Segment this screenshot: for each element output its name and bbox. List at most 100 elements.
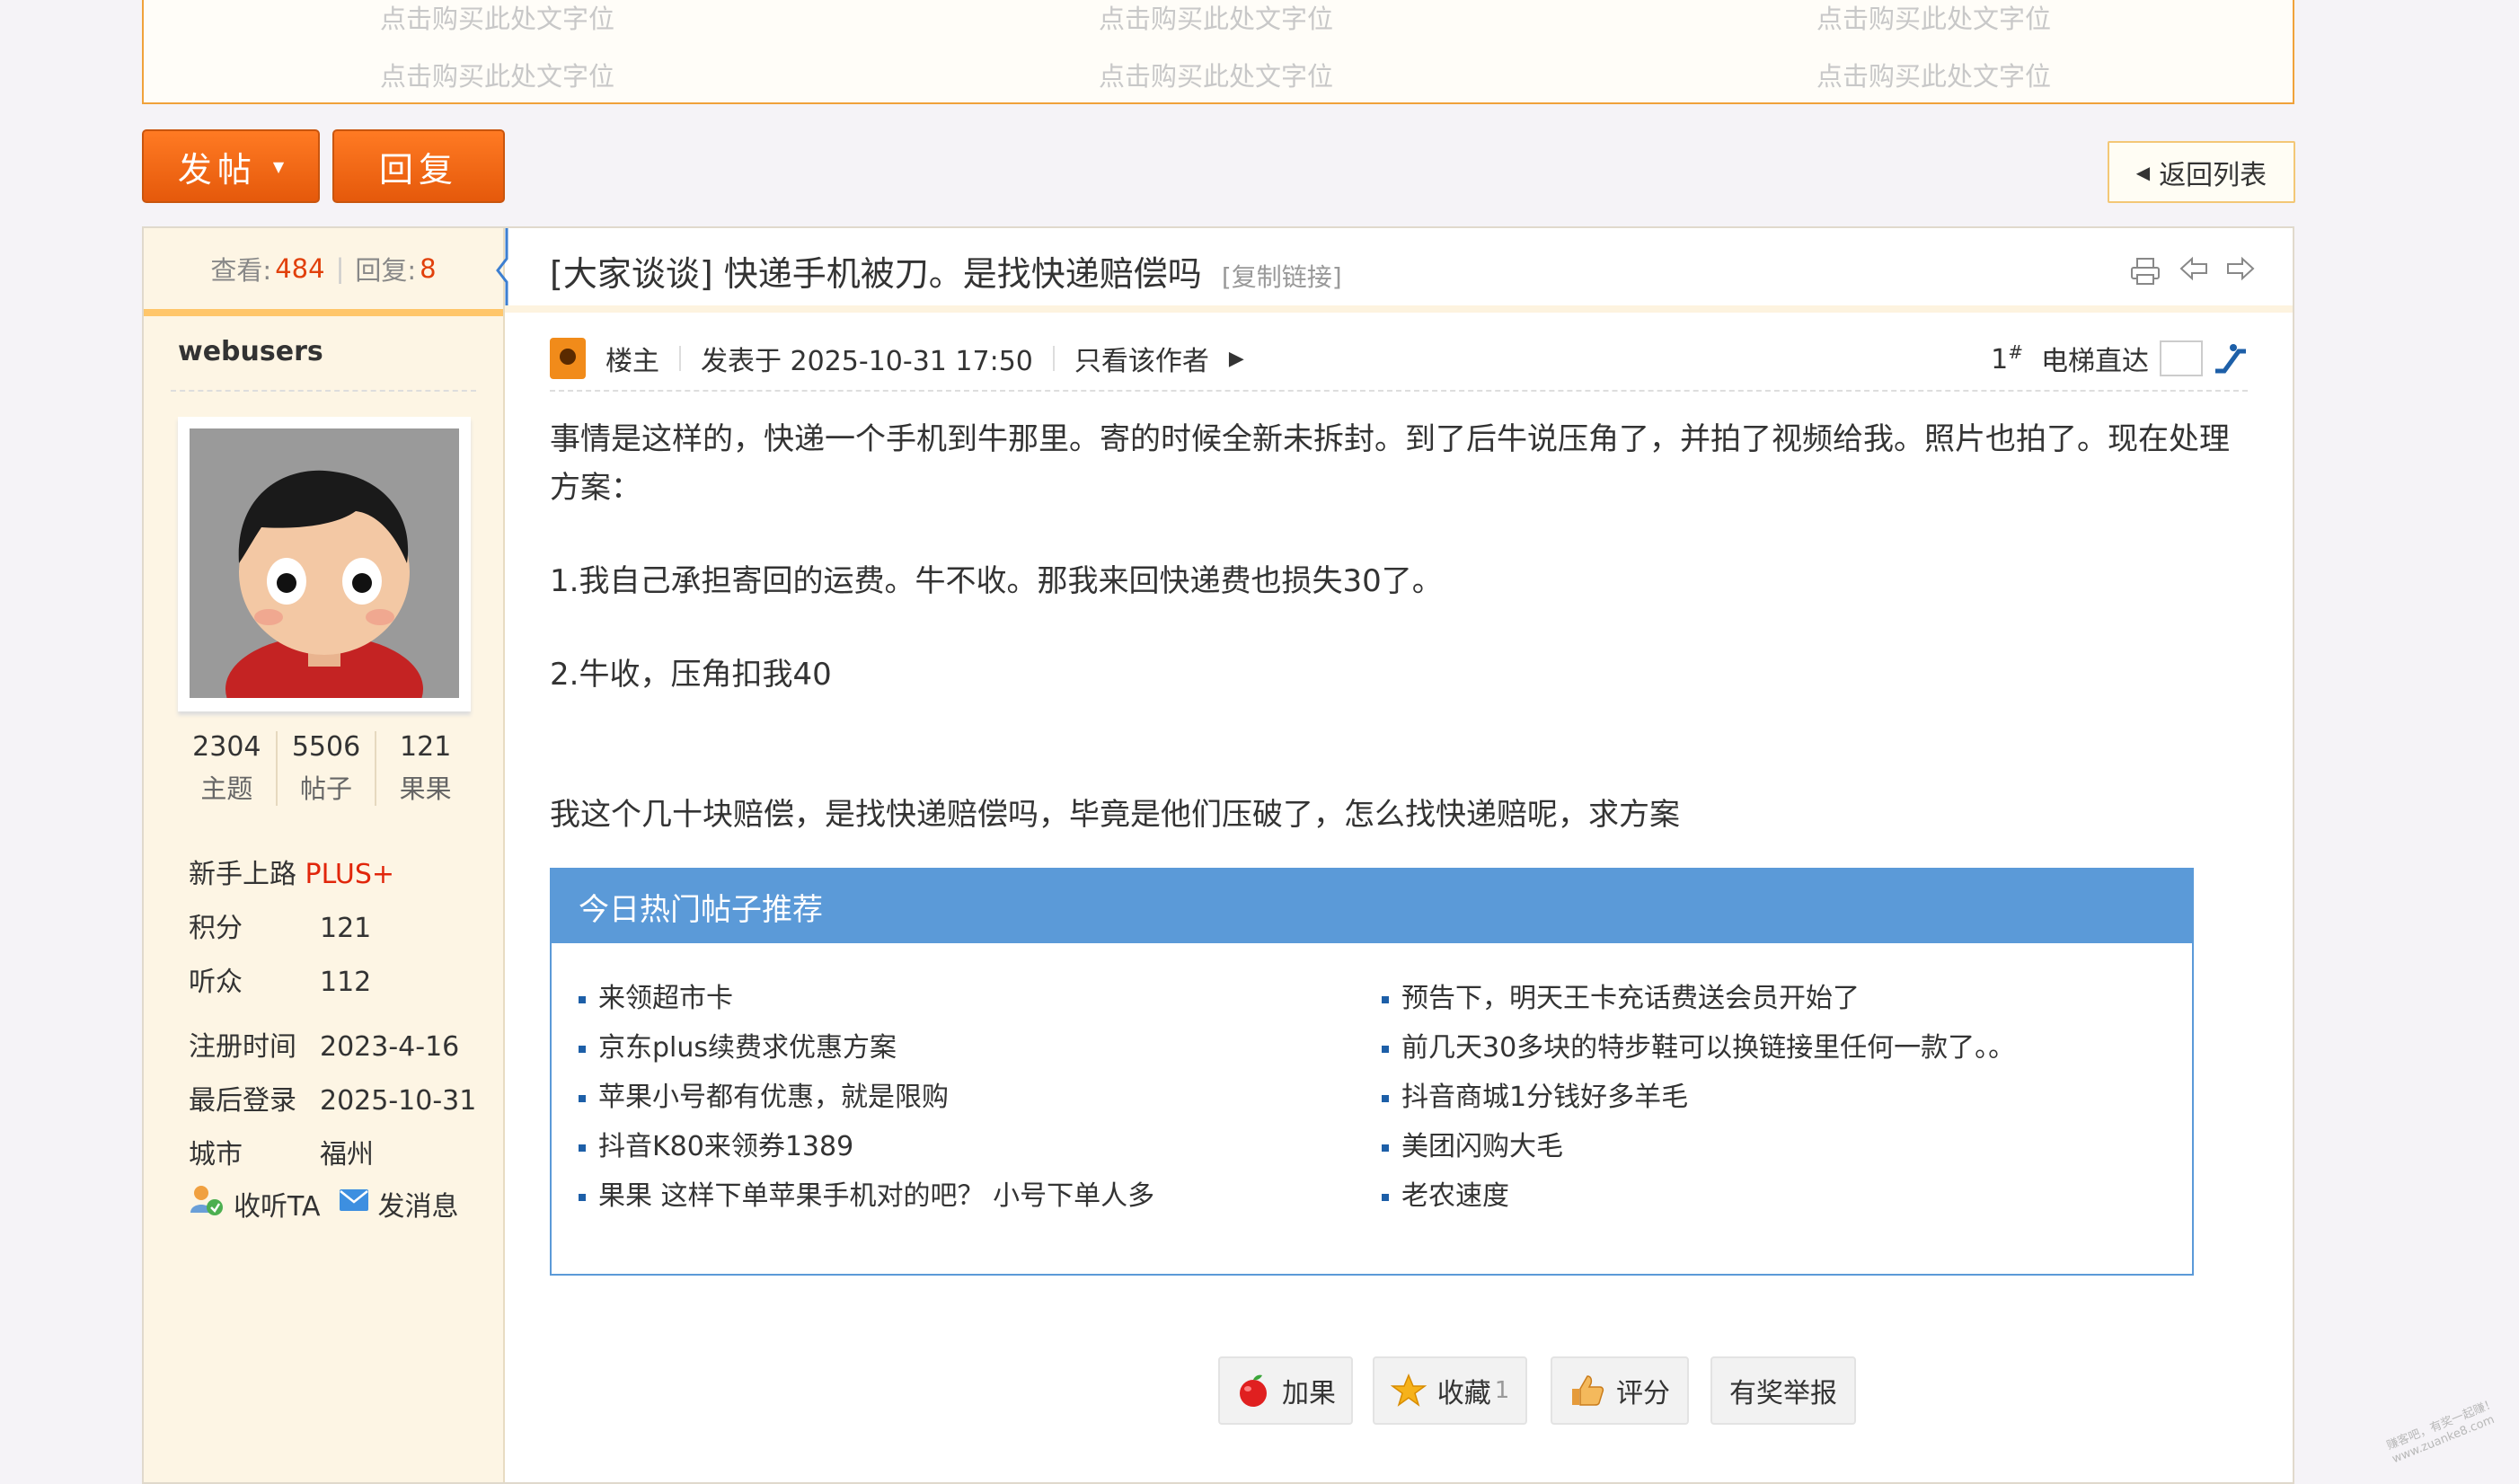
follow-icon bbox=[189, 1182, 225, 1225]
back-to-list-button[interactable]: ◀ 返回列表 bbox=[2108, 141, 2295, 203]
ad-text-link[interactable]: 点击购买此处文字位 bbox=[380, 56, 614, 93]
replies-label: 回复: bbox=[355, 255, 417, 286]
previous-thread-icon[interactable] bbox=[2179, 255, 2208, 282]
thread-starter-label: 楼主 bbox=[605, 346, 659, 377]
info-row-listeners: 听众 112 bbox=[189, 959, 371, 999]
post-paragraph: 我这个几十块赔偿，是找快递赔偿吗，毕竟是他们压破了，怎么找快递赔呢，求方案 bbox=[550, 797, 1680, 833]
add-guo-button[interactable]: 加果 bbox=[1218, 1356, 1353, 1425]
stat-value: 121 bbox=[400, 731, 452, 763]
stat-posts[interactable]: 5506 帖子 bbox=[278, 731, 377, 806]
avatar[interactable] bbox=[178, 417, 471, 711]
info-row-register-date: 注册时间 2023-4-16 bbox=[189, 1024, 459, 1064]
mail-icon bbox=[339, 1188, 369, 1220]
next-thread-icon[interactable] bbox=[2226, 255, 2255, 282]
post-timestamp: 发表于 2025-10-31 17:50 bbox=[701, 346, 1033, 377]
hot-threads-title: 今日热门帖子推荐 bbox=[552, 870, 2192, 943]
post-paragraph: 2.牛收，压角扣我40 bbox=[550, 657, 832, 693]
thread-stats: 查看: 484 | 回复: 8 bbox=[144, 228, 503, 316]
post-container: 查看: 484 | 回复: 8 webusers 2304 主题 5506 帖子… bbox=[142, 226, 2294, 1484]
hot-thread-link[interactable]: 美团闪购大毛 bbox=[1382, 1124, 1563, 1163]
author-username[interactable]: webusers bbox=[178, 336, 323, 367]
hot-thread-link[interactable]: 果果 这样下单苹果手机对的吧？ 小号下单人多 bbox=[579, 1173, 1154, 1213]
copy-link-button[interactable]: [复制链接] bbox=[1222, 262, 1342, 292]
thread-starter-icon bbox=[550, 338, 586, 379]
hot-thread-link[interactable]: 抖音K80来领券1389 bbox=[579, 1124, 853, 1163]
info-value: 121 bbox=[320, 913, 372, 944]
escalator-icon[interactable] bbox=[2212, 340, 2248, 376]
ad-text-link[interactable]: 点击购买此处文字位 bbox=[380, 0, 614, 36]
site-watermark: 赚客吧，有奖一起赚！ www.zuanke8.com bbox=[2385, 1397, 2505, 1467]
report-button[interactable]: 有奖举报 bbox=[1710, 1356, 1856, 1425]
ad-text-link[interactable]: 点击购买此处文字位 bbox=[1099, 0, 1333, 36]
info-key: 城市 bbox=[189, 1139, 243, 1170]
stat-value: 2304 bbox=[192, 731, 261, 763]
floor-number[interactable]: 1# bbox=[1991, 341, 2023, 375]
hot-thread-link[interactable]: 预告下，明天王卡充话费送会员开始了 bbox=[1382, 976, 1860, 1015]
floor-jump-input[interactable] bbox=[2160, 340, 2203, 376]
favorite-button[interactable]: 收藏 1 bbox=[1373, 1356, 1527, 1425]
thumbs-up-icon bbox=[1572, 1375, 1604, 1406]
new-post-label: 发帖 bbox=[177, 149, 257, 190]
reply-label: 回复 bbox=[378, 149, 458, 190]
caret-down-icon: ▼ bbox=[272, 157, 285, 175]
hot-thread-link[interactable]: 京东plus续费求优惠方案 bbox=[579, 1025, 897, 1064]
ad-text-link[interactable]: 点击购买此处文字位 bbox=[1816, 0, 2051, 36]
hot-thread-link[interactable]: 前几天30多块的特步鞋可以换链接里任何一款了。。 bbox=[1382, 1025, 2015, 1064]
ad-text-link[interactable]: 点击购买此处文字位 bbox=[1816, 56, 2051, 93]
stat-label: 果果 bbox=[399, 773, 452, 804]
user-rank: 新手上路 PLUS+ bbox=[189, 852, 394, 891]
post-content-area: [大家谈谈] 快递手机被刀。是找快递赔偿吗 [复制链接] 楼主 发表于 2025… bbox=[496, 228, 2293, 1482]
stat-threads[interactable]: 2304 主题 bbox=[178, 731, 278, 806]
add-guo-label: 加果 bbox=[1282, 1378, 1336, 1409]
back-to-list-label: 返回列表 bbox=[2159, 159, 2267, 191]
rate-label: 评分 bbox=[1616, 1378, 1670, 1409]
info-value: 2023-4-16 bbox=[320, 1031, 460, 1063]
divider bbox=[505, 305, 2293, 313]
hot-thread-link[interactable]: 抖音商城1分钱好多羊毛 bbox=[1382, 1074, 1688, 1114]
info-key: 注册时间 bbox=[189, 1031, 296, 1063]
info-key: 听众 bbox=[189, 967, 243, 998]
stat-label: 主题 bbox=[200, 773, 253, 804]
rate-button[interactable]: 评分 bbox=[1551, 1356, 1689, 1425]
post-paragraph: 事情是这样的，快递一个手机到牛那里。寄的时候全新未拆封。到了后牛说压角了，并拍了… bbox=[550, 421, 2230, 506]
info-key: 积分 bbox=[189, 913, 243, 944]
reply-button[interactable]: 回复 bbox=[332, 129, 505, 203]
views-count: 484 bbox=[275, 253, 325, 284]
hot-thread-link[interactable]: 来领超市卡 bbox=[579, 976, 733, 1015]
info-value: 2025-10-31 bbox=[320, 1085, 477, 1117]
divider: | bbox=[335, 253, 345, 284]
print-icon[interactable] bbox=[2129, 255, 2161, 287]
caret-right-icon: ▶ bbox=[1228, 347, 1244, 370]
section-marker bbox=[496, 228, 508, 313]
favorite-label: 收藏 bbox=[1436, 1378, 1491, 1409]
author-actions: 收听TA 发消息 bbox=[189, 1182, 459, 1225]
post-paragraph: 1.我自己承担寄回的运费。牛不收。那我来回快递费也损失30了。 bbox=[550, 563, 1443, 599]
post-title-row: [大家谈谈] 快递手机被刀。是找快递赔偿吗 [复制链接] bbox=[550, 246, 1342, 296]
send-message-link[interactable]: 发消息 bbox=[378, 1184, 459, 1223]
ad-text-box: 点击购买此处文字位 点击购买此处文字位 点击购买此处文字位 点击购买此处文字位 … bbox=[142, 0, 2294, 104]
follow-link[interactable]: 收听TA bbox=[234, 1184, 321, 1223]
views-label: 查看: bbox=[210, 255, 272, 286]
report-label: 有奖举报 bbox=[1729, 1378, 1837, 1409]
avatar-image bbox=[190, 428, 459, 698]
caret-left-icon: ◀ bbox=[2135, 161, 2151, 183]
only-author-link[interactable]: 只看该作者 bbox=[1074, 339, 1209, 378]
hot-thread-link[interactable]: 苹果小号都有优惠，就是限购 bbox=[579, 1074, 949, 1114]
favorite-count: 1 bbox=[1494, 1377, 1510, 1404]
hot-thread-link[interactable]: 老农速度 bbox=[1382, 1173, 1509, 1213]
title-actions bbox=[2129, 255, 2255, 287]
new-post-button[interactable]: 发帖 ▼ bbox=[142, 129, 320, 203]
divider bbox=[1052, 346, 1055, 371]
ad-text-link[interactable]: 点击购买此处文字位 bbox=[1099, 56, 1333, 93]
star-icon bbox=[1390, 1374, 1427, 1407]
divider bbox=[679, 346, 681, 371]
info-row-city: 城市 福州 bbox=[189, 1132, 374, 1171]
info-row-last-login: 最后登录 2025-10-31 bbox=[189, 1078, 476, 1117]
stat-label: 帖子 bbox=[300, 773, 353, 804]
post-title: [大家谈谈] 快递手机被刀。是找快递赔偿吗 bbox=[550, 254, 1202, 294]
author-sidebar: 查看: 484 | 回复: 8 webusers 2304 主题 5506 帖子… bbox=[144, 228, 505, 1482]
rank-label[interactable]: 新手上路 bbox=[189, 859, 296, 890]
replies-count: 8 bbox=[420, 253, 437, 284]
stat-guoguo[interactable]: 121 果果 bbox=[376, 731, 474, 806]
hot-threads-box: 今日热门帖子推荐 来领超市卡 京东plus续费求优惠方案 苹果小号都有优惠，就是… bbox=[550, 868, 2194, 1276]
